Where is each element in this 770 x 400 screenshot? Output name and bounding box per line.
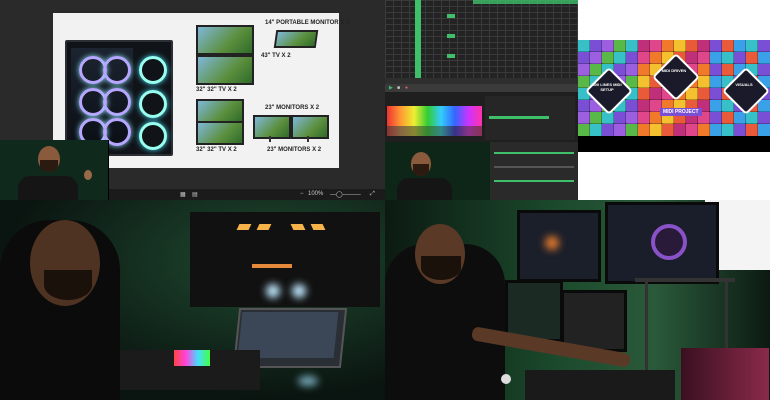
tv-32-image bbox=[196, 99, 244, 123]
label-monitors-23-b: 23" MONITORS X 2 bbox=[267, 147, 322, 153]
tv-43-image-2 bbox=[196, 55, 254, 85]
logo-left-text: 500 LINES MIDI SETUP bbox=[592, 82, 622, 92]
label-monitors-23-a: 23" MONITORS X 2 bbox=[265, 105, 320, 111]
clip-panel bbox=[385, 92, 578, 142]
presentation-window: 14" PORTABLE MONITOR X 1 43" TV X 2 32" … bbox=[0, 0, 385, 200]
monitor-23-image bbox=[253, 115, 291, 139]
visuals-pattern: 500 LINES MIDI SETUP MIDI DRIVEN VISUALS… bbox=[578, 40, 770, 152]
fit-icon[interactable]: ⤢ bbox=[370, 191, 375, 198]
portable-monitor-image bbox=[273, 30, 319, 48]
list-icon[interactable]: ▤ bbox=[192, 191, 198, 198]
play-icon[interactable]: ▶ bbox=[389, 85, 393, 91]
label-tv-32-b: 32" 32" TV X 2 bbox=[196, 147, 237, 153]
device-panel bbox=[490, 142, 578, 200]
stop-icon[interactable]: ■ bbox=[397, 85, 400, 91]
monitor-23-image-2 bbox=[291, 115, 329, 139]
webcam-inset bbox=[0, 140, 109, 200]
transport-bar[interactable]: ▶ ■ ● bbox=[385, 84, 578, 92]
session-grid[interactable] bbox=[385, 0, 578, 82]
studio-photo-right bbox=[385, 200, 770, 400]
label-tv-43: 43" TV X 2 bbox=[261, 53, 291, 59]
studio-photo-left bbox=[0, 200, 385, 400]
record-icon[interactable]: ● bbox=[405, 85, 408, 91]
label-tv-32-a: 32" 32" TV X 2 bbox=[196, 87, 237, 93]
grid-icon[interactable]: ▦ bbox=[180, 191, 186, 198]
webcam-inset-daw bbox=[385, 142, 490, 200]
zoom-slider[interactable]: —◯——— bbox=[330, 191, 361, 198]
daw-window: ▶ ■ ● bbox=[385, 0, 578, 200]
pc-case-image bbox=[65, 40, 173, 156]
label-portable-monitor: 14" PORTABLE MONITOR X 1 bbox=[265, 20, 350, 26]
logo-right-text: VISUALS bbox=[735, 82, 753, 87]
logo-center-text: MIDI DRIVEN bbox=[661, 68, 687, 73]
tv-43-image bbox=[196, 25, 254, 55]
zoom-out-icon[interactable]: − bbox=[300, 191, 304, 197]
zoom-level[interactable]: 100% bbox=[308, 191, 323, 197]
tv-32-image-2 bbox=[196, 121, 244, 145]
bottom-tag: MIDI PROJECT bbox=[660, 108, 702, 116]
